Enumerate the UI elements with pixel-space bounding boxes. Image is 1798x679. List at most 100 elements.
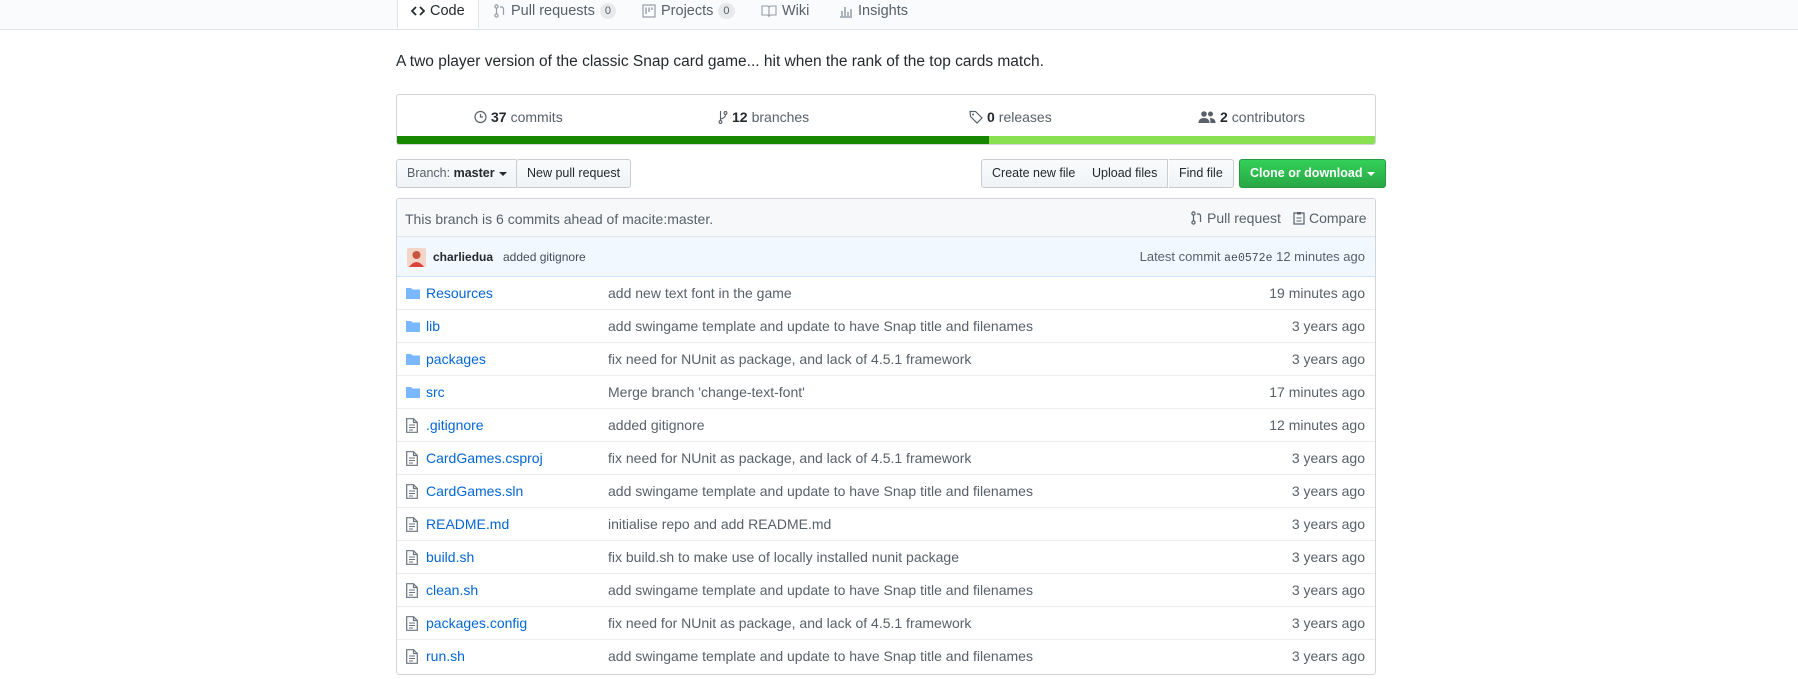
upload-files-button[interactable]: Upload files [1082,159,1169,188]
tab-code[interactable]: Code [397,0,479,28]
branch-icon [718,111,728,124]
file-name-link[interactable]: CardGames.csproj [426,450,543,466]
contributors-count: 2 [1220,109,1228,125]
branch-select-button[interactable]: Branch: master [396,159,518,188]
contributors-link[interactable]: 2 contributors [1198,109,1305,125]
commit-author[interactable]: charliedua [433,250,493,264]
file-icon [406,616,418,631]
commits-label: commits [510,109,563,125]
table-row: src Merge branch 'change-text-font' 17 min… [397,376,1375,409]
table-row: run.sh add swingame template and update t… [397,640,1375,673]
commits-link[interactable]: 37 commits [473,109,563,125]
branches-link[interactable]: 12 branches [718,109,809,125]
graph-icon [840,7,852,18]
commit-message-link[interactable]: add swingame template and update to have… [608,483,1033,499]
new-pull-request-button[interactable]: New pull request [516,159,632,188]
commit-message-link[interactable]: add swingame template and update to have… [608,582,1033,598]
file-name-link[interactable]: README.md [426,516,509,532]
file-name-link[interactable]: run.sh [426,648,465,664]
commit-message-link[interactable]: add new text font in the game [608,285,792,301]
tag-icon [969,110,983,124]
file-age: 17 minutes ago [1269,384,1365,400]
folder-icon-cell [406,319,420,335]
file-name-link[interactable]: src [426,384,445,400]
tab-wiki-label: Wiki [782,3,810,19]
file-age: 19 minutes ago [1269,285,1365,301]
tab-insights[interactable]: Insights [839,0,908,30]
commit-message-link[interactable]: fix need for NUnit as package, and lack … [608,351,971,367]
file-icon-cell [406,583,418,601]
pull-request-link[interactable]: Pull request [1191,210,1281,226]
file-icon-cell [406,616,418,634]
branch-status-bar: This branch is 6 commits ahead of macite… [397,199,1375,237]
file-age: 3 years ago [1291,450,1365,466]
file-icon [406,583,418,598]
latest-commit-label: Latest commit [1139,249,1221,264]
file-name-link[interactable]: build.sh [426,549,474,565]
folder-icon-cell [406,286,420,302]
commit-message-link[interactable]: add swingame template and update to have… [608,318,1033,334]
commit-message-link[interactable]: initialise repo and add README.md [608,516,831,532]
file-name-link[interactable]: .gitignore [426,417,484,433]
tab-wiki[interactable]: Wiki [761,0,809,30]
pull-request-icon [1191,211,1202,225]
file-name-link[interactable]: lib [426,318,440,334]
commit-message-link[interactable]: fix build.sh to make use of locally inst… [608,549,959,565]
numbers-summary: 37 commits 12 branches 0 releases 2 cont… [396,94,1376,145]
table-row: CardGames.csproj fix need for NUnit as pa… [397,442,1375,475]
book-icon [761,5,777,18]
file-age: 3 years ago [1291,351,1365,367]
projects-counter: 0 [718,3,735,19]
clone-or-download-button[interactable]: Clone or download [1239,159,1386,188]
table-row: README.md initialise repo and add README.… [397,508,1375,541]
find-file-button[interactable]: Find file [1169,159,1234,188]
latest-commit-bar: charliedua added gitignore Latest commit… [397,237,1375,277]
file-icon [406,649,418,664]
branch-status-text: This branch is 6 commits ahead of macite… [405,211,714,227]
releases-link[interactable]: 0 releases [969,109,1052,125]
tab-pull-requests[interactable]: Pull requests 0 [494,0,616,30]
table-row: packages.config fix need for NUnit as pac… [397,607,1375,640]
commit-message-link[interactable]: added gitignore [608,417,705,433]
compare-label: Compare [1309,210,1367,226]
file-name-link[interactable]: Resources [426,285,493,301]
commit-message-link[interactable]: fix need for NUnit as package, and lack … [608,450,971,466]
language-bar-segment [988,136,1375,144]
language-bar[interactable] [397,136,1375,144]
commit-sha[interactable]: ae0572e [1224,252,1272,265]
file-icon [406,484,418,499]
file-name-link[interactable]: CardGames.sln [426,483,523,499]
branch-name: master [453,166,495,180]
caret-down-icon [498,171,507,176]
code-icon [411,6,425,16]
commit-message-link[interactable]: Merge branch 'change-text-font' [608,384,805,400]
file-name-link[interactable]: packages.config [426,615,527,631]
create-new-file-button[interactable]: Create new file [981,159,1087,188]
table-row: Resources add new text font in the game 19… [397,277,1375,310]
file-icon [406,451,418,466]
tab-pull-requests-label: Pull requests [511,3,595,19]
file-age: 3 years ago [1291,615,1365,631]
file-age: 3 years ago [1291,582,1365,598]
table-row: packages fix need for NUnit as package, a… [397,343,1375,376]
commits-count: 37 [491,109,507,125]
compare-link[interactable]: Compare [1293,210,1367,226]
avatar[interactable] [407,248,426,267]
file-icon [406,517,418,532]
folder-icon-cell [406,352,420,368]
commit-message-link[interactable]: fix need for NUnit as package, and lack … [608,615,971,631]
people-icon [1198,111,1216,123]
folder-icon [406,288,420,299]
caret-down-icon [1366,171,1375,176]
file-age: 3 years ago [1291,318,1365,334]
tab-insights-label: Insights [858,3,908,19]
releases-label: releases [998,109,1052,125]
tab-projects[interactable]: Projects 0 [642,0,735,30]
commit-message-link[interactable]: add swingame template and update to have… [608,648,1033,664]
branches-count: 12 [732,109,748,125]
table-row: lib add swingame template and update to h… [397,310,1375,343]
commit-message[interactable]: added gitignore [503,250,586,264]
file-name-link[interactable]: packages [426,351,486,367]
table-row: .gitignore added gitignore 12 minutes ago [397,409,1375,442]
file-name-link[interactable]: clean.sh [426,582,478,598]
